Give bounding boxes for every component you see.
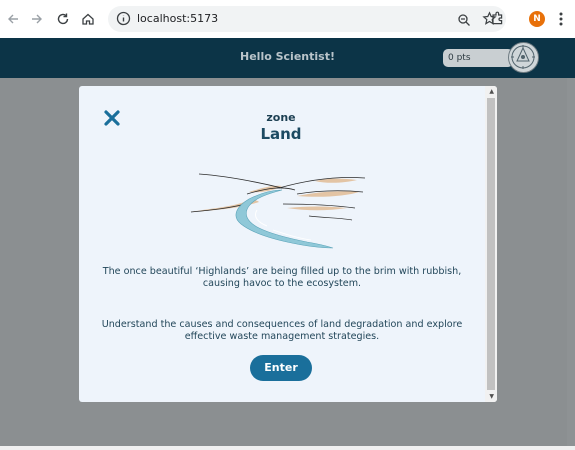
back-arrow-icon[interactable] [4,10,22,28]
window-bottom-edge [0,446,575,450]
zone-description-2: Understand the causes and consequences o… [101,319,463,342]
zoom-icon[interactable] [457,12,471,31]
kebab-menu-icon[interactable] [558,11,564,31]
url-text[interactable]: localhost:5173 [137,12,218,25]
enter-button[interactable]: Enter [250,355,312,381]
page-scrollbar[interactable] [567,78,575,446]
land-river-illustration [189,173,366,249]
zone-label: zone [266,111,296,124]
scroll-up-arrow-icon[interactable]: ▲ [489,88,494,95]
points-badge: 0 pts [443,49,513,67]
address-bar[interactable]: localhost:5173 [108,6,506,32]
zone-title: Land [260,125,302,143]
zone-modal: zone Land The once beautiful ‘Highlands’… [79,86,497,402]
home-icon[interactable] [79,10,97,28]
scroll-down-arrow-icon[interactable]: ▼ [489,393,494,400]
compass-avatar-icon[interactable] [508,42,539,73]
modal-scrollbar[interactable] [485,86,497,402]
forward-arrow-icon[interactable] [28,10,46,28]
puzzle-icon[interactable] [490,11,505,30]
modal-scroll-thumb[interactable] [487,98,495,390]
profile-avatar[interactable]: N [529,11,545,27]
reload-icon[interactable] [54,10,72,28]
info-icon[interactable] [116,11,131,30]
browser-toolbar: localhost:5173 N [0,0,575,38]
zone-description-1: The once beautiful ‘Highlands’ are being… [102,266,462,289]
